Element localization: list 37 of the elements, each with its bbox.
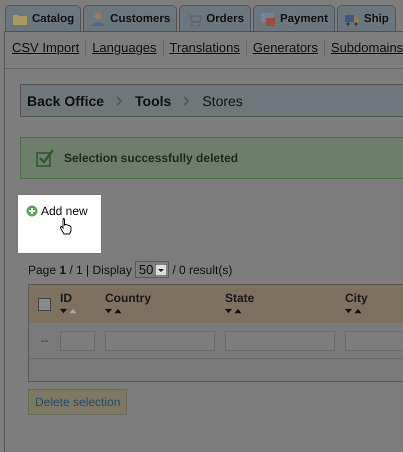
nav-tab[interactable]: Orders (179, 5, 251, 31)
nav-tab[interactable]: Catalog (5, 5, 82, 31)
plus-icon (26, 205, 38, 217)
chevron-icon (116, 96, 124, 106)
result-count: / 0 result(s) (172, 262, 232, 276)
column-header: Country (105, 291, 152, 305)
page-info: Page 1 / 1 | Display (28, 262, 132, 276)
subnav-link[interactable]: CSV Import (12, 40, 86, 57)
subnav-link[interactable]: Translations (164, 40, 247, 57)
sort-arrows-icon[interactable] (105, 308, 124, 315)
hand-cursor-icon (59, 217, 73, 235)
sort-arrows-icon[interactable] (225, 308, 244, 315)
column-header: ID (60, 291, 73, 305)
dropdown-arrow-icon (155, 264, 168, 276)
subnav-link[interactable]: Generators (246, 40, 325, 57)
nav-tab[interactable]: Ship (336, 5, 396, 31)
column-header: State (225, 291, 256, 305)
sort-arrows-icon[interactable] (60, 308, 79, 315)
nav-tab[interactable]: Customers (83, 5, 178, 31)
add-new-link[interactable]: Add new (26, 204, 88, 218)
breadcrumb-link[interactable]: Tools (135, 92, 172, 108)
subnav-link[interactable]: Languages (86, 40, 164, 57)
message-text: Selection successfully deleted (64, 151, 238, 165)
card-icon (260, 10, 276, 26)
subnav-link[interactable]: Subdomains (324, 40, 403, 57)
nav-tab[interactable]: Payment (252, 5, 335, 31)
sort-arrows-icon[interactable] (345, 308, 364, 315)
select-all-checkbox[interactable] (38, 298, 51, 310)
filter-row-mark: -- (40, 334, 48, 346)
person-icon (90, 10, 106, 26)
column-header: City (345, 291, 369, 305)
per-page-select[interactable]: 50 (134, 261, 170, 278)
breadcrumb-link[interactable]: Back Office (27, 92, 104, 108)
chevron-icon (183, 96, 190, 106)
checkbox-tick-icon (36, 149, 54, 167)
breadcrumb-current: Stores (202, 92, 243, 108)
cart-icon (186, 10, 202, 26)
